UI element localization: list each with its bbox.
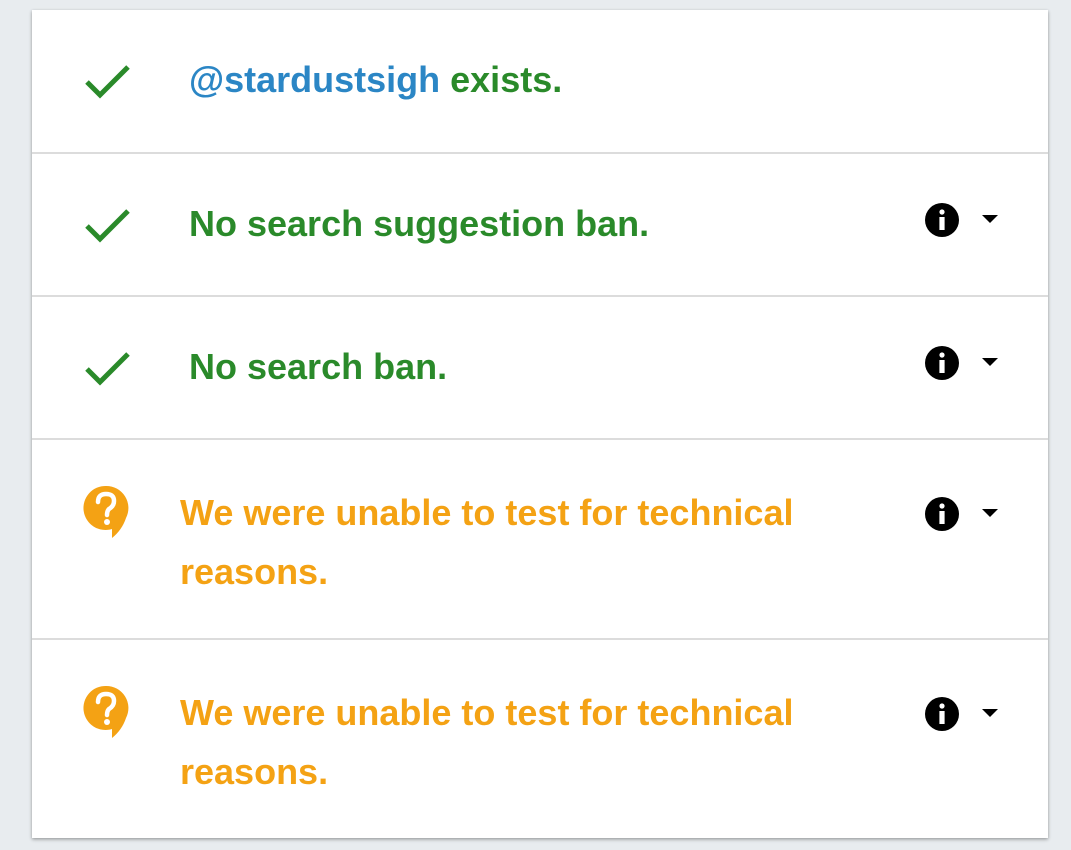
result-row-technical-1: We were unable to test for technical rea… xyxy=(32,440,1048,640)
result-row-technical-2: We were unable to test for technical rea… xyxy=(32,640,1048,838)
row-actions xyxy=(924,496,1000,532)
caret-down-icon[interactable] xyxy=(980,356,1000,368)
question-bubble-icon xyxy=(83,685,129,738)
technical-reasons-text: We were unable to test for technical rea… xyxy=(180,492,794,592)
result-row-account-exists: @stardustsigh exists. xyxy=(32,10,1048,154)
technical-reasons-text: We were unable to test for technical rea… xyxy=(180,692,794,792)
check-icon xyxy=(85,352,130,386)
info-icon[interactable] xyxy=(924,496,960,532)
info-icon[interactable] xyxy=(924,202,960,238)
check-icon xyxy=(85,209,130,243)
account-exists-text: @stardustsigh exists. xyxy=(189,50,889,109)
info-icon[interactable] xyxy=(924,345,960,381)
info-icon[interactable] xyxy=(924,696,960,732)
question-bubble-icon xyxy=(83,485,129,538)
search-suggestion-text: No search suggestion ban. xyxy=(189,203,650,244)
search-ban-text: No search ban. xyxy=(189,346,448,387)
row-actions xyxy=(924,345,1000,381)
result-row-search-ban: No search ban. xyxy=(32,297,1048,440)
account-handle[interactable]: @stardustsigh xyxy=(189,59,440,100)
account-exists-label: exists. xyxy=(440,59,563,100)
results-card: @stardustsigh exists. No search suggesti… xyxy=(32,10,1048,838)
caret-down-icon[interactable] xyxy=(980,213,1000,225)
result-row-search-suggestion: No search suggestion ban. xyxy=(32,154,1048,297)
row-actions xyxy=(924,202,1000,238)
caret-down-icon[interactable] xyxy=(980,507,1000,519)
check-icon xyxy=(85,65,130,99)
caret-down-icon[interactable] xyxy=(980,707,1000,719)
row-actions xyxy=(924,696,1000,732)
